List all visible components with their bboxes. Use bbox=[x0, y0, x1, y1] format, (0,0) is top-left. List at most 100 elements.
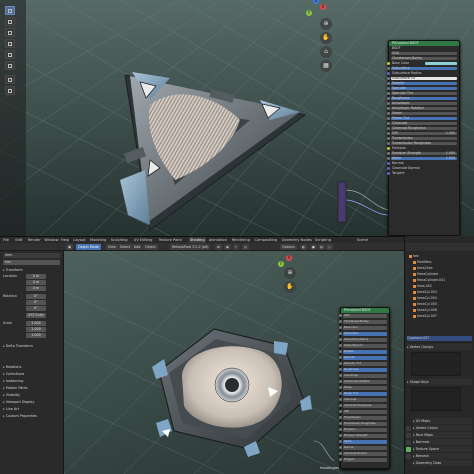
section-visibility[interactable]: Visibility bbox=[3, 392, 20, 398]
grid-icon[interactable]: ▦ bbox=[320, 60, 332, 72]
options-dropdown[interactable]: Options bbox=[280, 244, 297, 250]
rotation-y[interactable]: 0° bbox=[26, 300, 46, 305]
y-axis-gizmo-bottom[interactable]: Y bbox=[278, 261, 284, 267]
shape-keys-list[interactable] bbox=[411, 387, 461, 411]
overlay-icon[interactable]: ◐ bbox=[300, 244, 307, 250]
section-viewport-display[interactable]: Viewport Display bbox=[3, 399, 35, 405]
bottom-3d-viewport[interactable]: X Y ⊕ ✋ Principled BSDF GGX Christensen-B… bbox=[64, 251, 404, 474]
section-custom-properties[interactable]: Custom Properties bbox=[3, 413, 37, 419]
location-y[interactable]: 0 m bbox=[26, 280, 46, 285]
location-z[interactable]: 0 m bbox=[26, 286, 46, 291]
pan-hand-icon-bottom[interactable]: ✋ bbox=[284, 281, 296, 293]
zoom-icon[interactable]: ⊕ bbox=[320, 18, 332, 30]
mesh-icon bbox=[413, 308, 416, 312]
menu-add[interactable]: Add bbox=[132, 244, 143, 250]
section-vertex-groups[interactable]: Vertex Groups bbox=[407, 344, 472, 350]
snap-icon[interactable]: ⌖ bbox=[233, 244, 239, 250]
global-orientation-icon[interactable]: ⊞ bbox=[215, 244, 222, 250]
scale-tool-icon[interactable] bbox=[5, 50, 15, 59]
camera-icon[interactable]: ⌂ bbox=[320, 46, 332, 58]
section-transform[interactable]: Transform bbox=[3, 267, 23, 273]
section-collections[interactable]: Collections bbox=[3, 371, 25, 377]
scale-x[interactable]: 1.000 bbox=[26, 321, 46, 326]
section-uv-maps[interactable]: UV Maps bbox=[413, 418, 472, 424]
object-name-input[interactable]: hex bbox=[3, 260, 60, 265]
select-tool-icon[interactable] bbox=[5, 6, 15, 15]
top-toolbar bbox=[0, 0, 26, 236]
outliner-item[interactable]: hexaCyl.006 bbox=[407, 308, 472, 313]
outliner-item[interactable]: hexaCyl.005 bbox=[407, 302, 472, 307]
section-remesh[interactable]: Remesh bbox=[413, 453, 472, 459]
outliner-item[interactable]: hex bbox=[407, 254, 472, 259]
props-tab-material-icon[interactable] bbox=[406, 454, 411, 459]
section-normals[interactable]: Normals bbox=[413, 439, 472, 445]
rotation-z[interactable]: 0° bbox=[26, 306, 46, 311]
proportional-edit-icon[interactable]: ◎ bbox=[242, 244, 249, 250]
rotation-x[interactable]: 0° bbox=[26, 294, 46, 299]
outliner-item[interactable]: hexaCyl.003 bbox=[407, 290, 472, 295]
transform-tool-icon[interactable] bbox=[5, 61, 15, 70]
outliner-item[interactable]: hexaCyl.004 bbox=[407, 296, 472, 301]
location-x[interactable]: 0 m bbox=[26, 274, 46, 279]
mesh-icon bbox=[413, 290, 416, 294]
pivot-icon[interactable]: ◉ bbox=[224, 244, 231, 250]
principled-bsdf-node[interactable]: Principled BSDF BSDF GGX Christensen-Burl… bbox=[387, 40, 460, 236]
node-label-footer: hexaAngles bbox=[320, 466, 340, 470]
x-axis-gizmo[interactable]: X bbox=[320, 4, 326, 10]
section-instancing[interactable]: Instancing bbox=[3, 378, 24, 384]
zoom-icon-bottom[interactable]: ⊕ bbox=[284, 267, 296, 279]
node-input-row[interactable]: Tangent bbox=[387, 171, 459, 176]
node-input-row-bottom[interactable]: Tangent bbox=[339, 457, 389, 463]
outliner-item[interactable]: Modifiers bbox=[407, 260, 472, 265]
props-tab-tool-icon[interactable] bbox=[406, 426, 411, 431]
top-3d-viewport[interactable]: X Y Z ⊕ ✋ ⌂ ▦ Principled BSDF BSDF GGX Ch… bbox=[0, 0, 474, 236]
principled-bsdf-node-bottom[interactable]: Principled BSDF GGX Christensen-Burley Bas… bbox=[339, 307, 390, 469]
mesh-icon bbox=[413, 302, 416, 306]
section-shape-keys[interactable]: Shape Keys bbox=[407, 379, 472, 385]
shading-solid-icon[interactable]: ● bbox=[310, 244, 317, 250]
outliner-header bbox=[405, 243, 474, 251]
rotate-tool-icon[interactable] bbox=[5, 39, 15, 48]
measure-tool-icon[interactable] bbox=[5, 86, 15, 95]
mesh-icon bbox=[413, 296, 416, 300]
move-tool-icon[interactable] bbox=[5, 28, 15, 37]
scale-z[interactable]: 1.000 bbox=[26, 333, 46, 338]
props-tab-render-icon[interactable] bbox=[406, 433, 411, 438]
rotation-mode[interactable]: XYZ Euler bbox=[26, 313, 46, 318]
menu-object[interactable]: Object bbox=[143, 244, 158, 250]
outliner-item[interactable]: hexa.002 bbox=[407, 284, 472, 289]
outliner-item[interactable]: HexaCylinder bbox=[407, 272, 472, 277]
x-axis-gizmo-bottom[interactable]: X bbox=[286, 255, 292, 261]
retopoflow-button[interactable]: RetopoFlow 3.2.2 (alt) bbox=[170, 244, 211, 250]
outliner-item[interactable]: hexaCyl.007 bbox=[407, 314, 472, 319]
editor-type-icon[interactable]: ▣ bbox=[66, 244, 74, 250]
section-line-art[interactable]: Line Art bbox=[3, 406, 19, 412]
object-name-field[interactable]: Item bbox=[3, 253, 60, 258]
section-texture-space[interactable]: Texture Space bbox=[413, 446, 472, 452]
mode-dropdown[interactable]: Object Mode bbox=[76, 244, 101, 250]
selected-object-name[interactable]: Cueplane.007 bbox=[407, 336, 472, 341]
shading-material-icon[interactable]: ◍ bbox=[318, 244, 325, 250]
cursor-tool-icon[interactable] bbox=[5, 17, 15, 26]
scale-y[interactable]: 1.000 bbox=[26, 327, 46, 332]
outliner-item[interactable]: hexa2hex bbox=[407, 266, 472, 271]
annotate-tool-icon[interactable] bbox=[5, 75, 15, 84]
menu-select[interactable]: Select bbox=[118, 244, 133, 250]
mesh-icon bbox=[413, 272, 416, 276]
menu-view[interactable]: View bbox=[106, 244, 118, 250]
props-tab-data-icon[interactable] bbox=[406, 447, 411, 452]
vertex-groups-list[interactable] bbox=[411, 352, 461, 376]
outliner-item[interactable]: HexaCylinder.001 bbox=[407, 278, 472, 283]
shading-rendered-icon[interactable]: ○ bbox=[326, 244, 333, 250]
mesh-icon bbox=[413, 260, 416, 264]
section-geometry-data[interactable]: Geometry Data bbox=[413, 460, 472, 466]
y-axis-gizmo[interactable]: Y bbox=[306, 10, 312, 16]
props-tab-output-icon[interactable] bbox=[406, 440, 411, 445]
section-face-maps[interactable]: Face Maps bbox=[413, 432, 472, 438]
section-motion-paths[interactable]: Motion Paths bbox=[3, 385, 28, 391]
section-relations[interactable]: Relations bbox=[3, 364, 22, 370]
mesh-icon bbox=[413, 284, 416, 288]
section-vertex-colors[interactable]: Vertex Colors bbox=[413, 425, 472, 431]
section-delta-transform[interactable]: Delta Transform bbox=[3, 343, 33, 349]
pan-hand-icon[interactable]: ✋ bbox=[320, 32, 332, 44]
